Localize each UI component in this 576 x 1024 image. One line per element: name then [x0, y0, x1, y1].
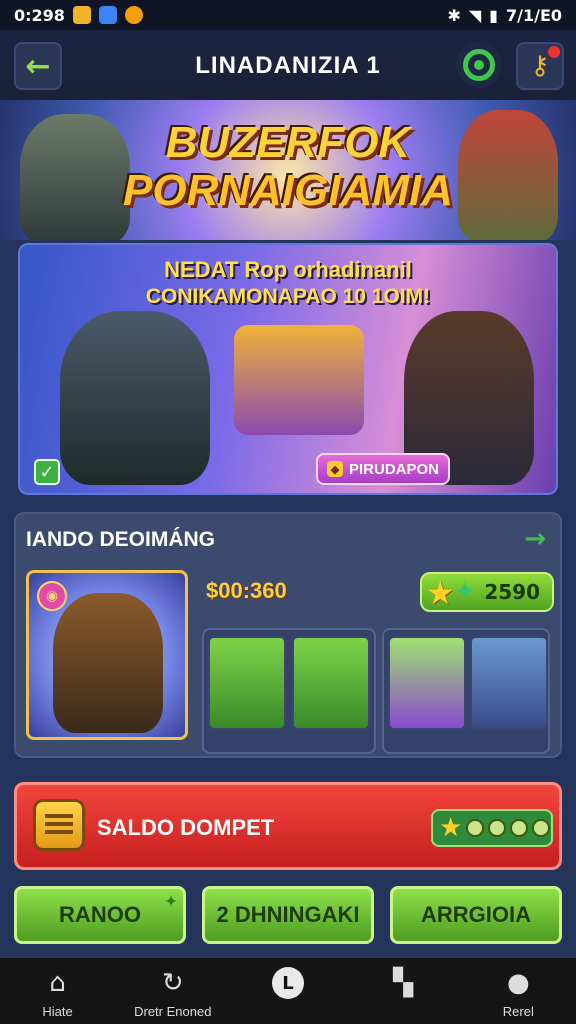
check-icon[interactable]: ✓ — [34, 459, 60, 485]
signal-icon: ▮ — [489, 5, 498, 25]
action-button-1[interactable]: RANOO ✦ — [14, 886, 186, 944]
action-label: RANOO — [59, 902, 141, 927]
action-button-2[interactable]: 2 DHNINGAKI — [202, 886, 374, 944]
star-icon: ★ — [426, 574, 455, 612]
key-icon: ⚷ — [530, 51, 550, 81]
pet-card-fox[interactable] — [292, 636, 370, 730]
sparkle-icon: ✦ — [165, 893, 177, 909]
nav-item-home[interactable]: ⌂ Hiate — [3, 958, 113, 1019]
bluetooth-icon: ✱ — [447, 5, 461, 25]
reward-icon — [532, 819, 551, 837]
back-arrow-icon: ← — [25, 48, 51, 84]
refresh-icon: ↻ — [161, 968, 184, 998]
gear-card-hero[interactable] — [470, 636, 548, 730]
panel-arrow-icon[interactable]: → — [524, 524, 546, 554]
panel-title: IANDO DEOIMÁNG — [26, 528, 215, 551]
action-label: 2 DHNINGAKI — [216, 902, 360, 927]
action-label: ARRGIOIA — [421, 902, 531, 927]
treasure-chest-image — [234, 325, 364, 435]
target-button[interactable] — [456, 42, 502, 88]
price-label: $00:360 — [206, 578, 287, 603]
nav-item-map[interactable]: ▚ — [348, 958, 458, 1004]
home-icon: ⌂ — [49, 968, 66, 998]
image-notification-icon — [98, 6, 117, 24]
promo-button-label: PIRUDAPON — [348, 460, 439, 478]
status-bar: 0:298 ✱ ◥ ▮ 7/1/E0 — [0, 0, 576, 30]
wallet-rewards: ★ — [431, 809, 553, 847]
pet-card-group — [202, 628, 376, 754]
score-pill[interactable]: ★ ✦ 2590 — [420, 572, 554, 612]
promo-headline: NEDAT Rop orhadinanil — [164, 257, 412, 282]
top-bar: ← LINADANIZIA 1 ⚷ — [0, 30, 576, 100]
back-button[interactable]: ← — [14, 42, 62, 90]
miner-hero-image — [53, 593, 163, 733]
page-title: LINADANIZIA 1 — [195, 52, 381, 79]
nav-label: Hiate — [42, 1004, 73, 1019]
hero-banner: BUZERFOK PORNAIGIAMIA — [0, 100, 576, 240]
promo-card[interactable]: NEDAT Rop orhadinanil CONIKAMONAPAO 10 1… — [18, 243, 558, 495]
reward-icon — [466, 819, 485, 837]
nav-item-events[interactable]: ↻ Dretr Enoned — [118, 958, 228, 1019]
app-notification-icon — [72, 6, 91, 24]
status-right-text: 7/1/E0 — [505, 5, 562, 25]
nav-label: Rerel — [502, 1004, 534, 1019]
nav-label: Dretr Enoned — [134, 1004, 212, 1019]
nav-item-center[interactable]: L — [233, 958, 343, 1004]
gear-card-group — [382, 628, 550, 754]
star-icon: ★ — [439, 813, 463, 843]
loading-panel: IANDO DEOIMÁNG → ◉ $00:360 ★ ✦ 2590 — [14, 512, 562, 758]
wallet-button[interactable]: SALDO DOMPET ★ — [14, 782, 562, 870]
play-icon: ◆ — [326, 461, 343, 477]
gem-icon: ✦ — [454, 577, 476, 607]
banner-title-line1: BUZERFOK — [165, 118, 411, 167]
reward-icon — [488, 819, 507, 837]
wallet-label: SALDO DOMPET — [97, 815, 275, 840]
bottom-nav: ⌂ Hiate ↻ Dretr Enoned L ▚ ● Rerel — [0, 958, 576, 1024]
reward-icon — [510, 819, 529, 837]
key-button[interactable]: ⚷ — [516, 42, 564, 90]
wifi-icon: ◥ — [468, 5, 482, 25]
wallet-icon — [33, 799, 85, 851]
featured-hero-card[interactable]: ◉ — [26, 570, 188, 740]
coin-notification-icon — [124, 6, 143, 24]
map-icon: ▚ — [393, 968, 414, 998]
banner-title-line2: PORNAIGIAMIA — [123, 166, 453, 215]
nav-item-profile[interactable]: ● Rerel — [463, 958, 573, 1019]
pet-card-cat[interactable] — [208, 636, 286, 730]
hero-badge-icon: ◉ — [37, 581, 67, 611]
target-icon — [463, 49, 495, 81]
notification-dot — [548, 46, 560, 58]
profile-icon: ● — [507, 968, 530, 998]
logo-icon: L — [271, 967, 304, 999]
status-time: 0:298 — [14, 5, 65, 25]
score-value: 2590 — [484, 580, 540, 604]
armored-hero-image — [60, 311, 210, 485]
promo-action-button[interactable]: ◆ PIRUDAPON — [316, 453, 450, 485]
action-button-3[interactable]: ARRGIOIA — [390, 886, 562, 944]
promo-subheadline: CONIKAMONAPAO 10 1OIM! — [145, 285, 431, 308]
gear-card-cannon[interactable] — [388, 636, 466, 730]
